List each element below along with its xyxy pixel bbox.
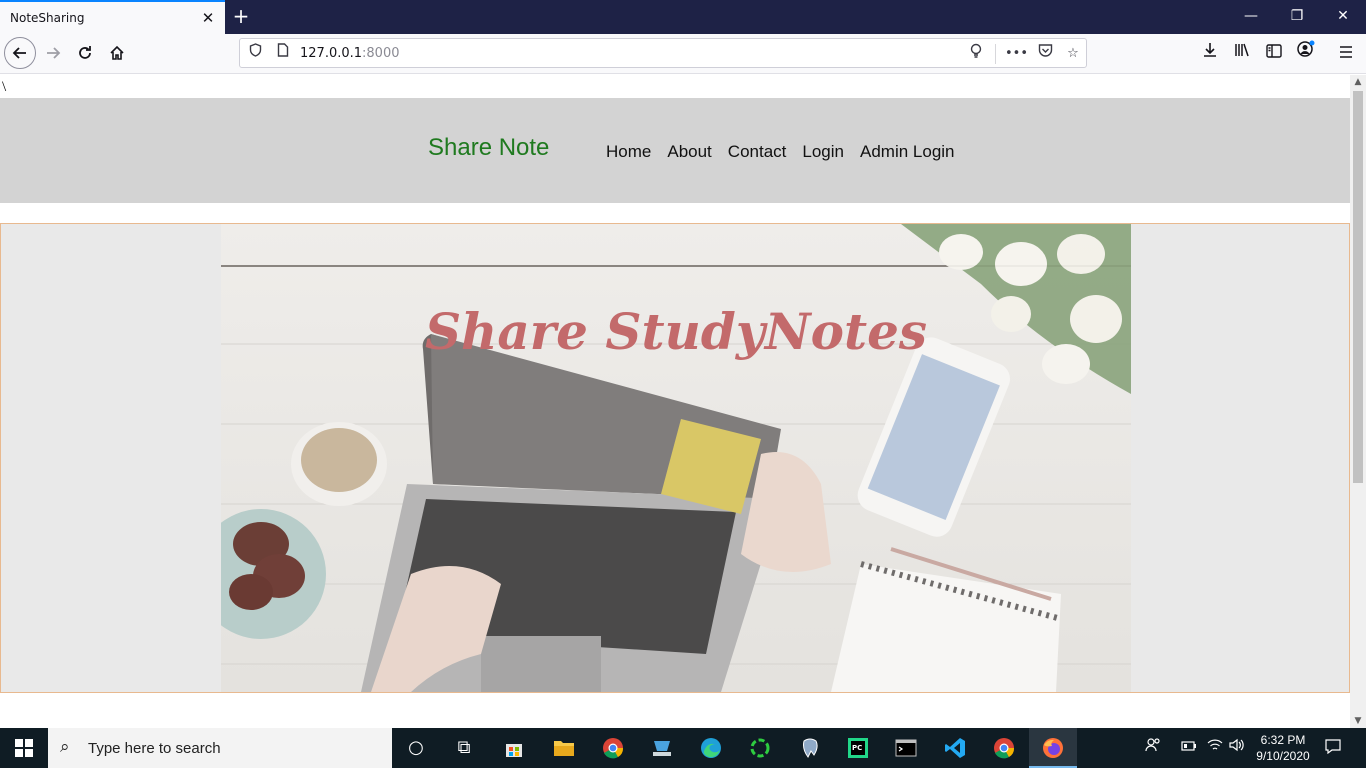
page-viewport: \ Share Note Home About Contact Login Ad… (0, 75, 1350, 728)
site-header: Share Note Home About Contact Login Admi… (0, 98, 1350, 203)
reload-button[interactable] (70, 38, 100, 68)
restore-button[interactable]: ❐ (1274, 0, 1320, 34)
nav-contact-link[interactable]: Contact (728, 142, 787, 162)
scroll-thumb[interactable] (1353, 91, 1363, 483)
shield-icon[interactable] (244, 43, 266, 65)
tab-title: NoteSharing (10, 11, 85, 25)
taskbar-search-placeholder: Type here to search (88, 740, 221, 757)
windows-logo-icon (15, 739, 33, 757)
hero-section: Share StudyNotes (0, 223, 1350, 693)
taskbar-search-box[interactable]: ⌕ Type here to search (48, 728, 392, 768)
chrome-icon[interactable] (589, 728, 637, 768)
hero-title: Share StudyNotes (424, 302, 928, 361)
scroll-up-arrow-icon[interactable]: ▲ (1350, 75, 1366, 89)
close-window-button[interactable]: ✕ (1320, 0, 1366, 34)
nav-admin-login-link[interactable]: Admin Login (860, 142, 955, 162)
browser-tab-strip: NoteSharing ✕ + — ❐ ✕ (0, 0, 1366, 34)
vscode-icon[interactable] (931, 728, 979, 768)
stray-text: \ (2, 79, 7, 95)
account-icon[interactable] (1292, 38, 1320, 68)
url-port: :8000 (362, 46, 400, 61)
site-nav: Home About Contact Login Admin Login (606, 142, 955, 162)
hero-image: Share StudyNotes (221, 224, 1131, 692)
network-drive-icon[interactable] (638, 728, 686, 768)
reload-icon (79, 46, 91, 59)
browser-tab[interactable]: NoteSharing ✕ (0, 0, 225, 34)
svg-text:PC: PC (852, 744, 862, 752)
pocket-icon[interactable] (1034, 43, 1056, 65)
start-button[interactable] (0, 728, 48, 768)
download-icon[interactable] (1196, 38, 1224, 68)
home-button[interactable] (102, 38, 132, 68)
volume-icon[interactable] (1227, 738, 1247, 758)
battery-icon[interactable] (1179, 738, 1199, 758)
star-icon[interactable]: ☆ (1062, 43, 1084, 65)
tab-close-icon[interactable]: ✕ (198, 8, 218, 28)
back-button[interactable] (4, 37, 36, 69)
url-text[interactable]: 127.0.0.1:8000 (300, 46, 400, 61)
people-icon[interactable] (1143, 738, 1163, 758)
page-icon[interactable] (272, 43, 294, 65)
library-icon[interactable] (1228, 38, 1256, 68)
minimize-button[interactable]: — (1228, 0, 1274, 34)
new-tab-button[interactable]: + (230, 5, 252, 27)
windows-taskbar: ⌕ Type here to search ○ ⧉ PC 6:32 PM 9/1… (0, 728, 1366, 768)
taskbar-clock[interactable]: 6:32 PM 9/10/2020 (1250, 732, 1316, 764)
clock-date: 9/10/2020 (1256, 749, 1310, 763)
edge-icon[interactable] (687, 728, 735, 768)
menu-icon[interactable] (1332, 38, 1360, 68)
desk-illustration (221, 224, 1131, 692)
more-icon[interactable]: ••• (1005, 43, 1028, 65)
site-brand-link[interactable]: Share Note (428, 134, 549, 162)
postgres-icon[interactable] (786, 728, 834, 768)
file-explorer-icon[interactable] (540, 728, 588, 768)
pycharm-icon[interactable]: PC (834, 728, 882, 768)
nav-home-link[interactable]: Home (606, 142, 651, 162)
store-icon[interactable] (490, 728, 538, 768)
forward-button[interactable] (38, 38, 68, 68)
cortana-icon[interactable]: ○ (392, 728, 440, 768)
task-view-icon[interactable]: ⧉ (440, 728, 488, 768)
nav-login-link[interactable]: Login (802, 142, 844, 162)
search-icon: ⌕ (60, 737, 70, 757)
sidebar-icon[interactable] (1260, 38, 1288, 68)
home-icon (110, 45, 124, 60)
chrome-icon[interactable] (980, 728, 1028, 768)
url-bar[interactable]: 127.0.0.1:8000 ••• ☆ (239, 38, 1087, 68)
url-separator (995, 44, 996, 64)
url-host: 127.0.0.1 (300, 46, 363, 61)
back-arrow-icon (12, 47, 26, 59)
firefox-icon[interactable] (1029, 728, 1077, 768)
page-scrollbar[interactable]: ▲ ▼ (1350, 75, 1366, 728)
terminal-icon[interactable] (882, 728, 930, 768)
forward-arrow-icon (47, 47, 61, 59)
lightbulb-icon[interactable] (965, 43, 987, 65)
clock-time: 6:32 PM (1260, 733, 1306, 747)
scroll-down-arrow-icon[interactable]: ▼ (1350, 714, 1366, 728)
nav-about-link[interactable]: About (667, 142, 711, 162)
sync-icon[interactable] (736, 728, 784, 768)
notification-icon[interactable] (1323, 738, 1343, 758)
navigation-toolbar: 127.0.0.1:8000 ••• ☆ (0, 34, 1366, 74)
wifi-icon[interactable] (1205, 738, 1225, 758)
